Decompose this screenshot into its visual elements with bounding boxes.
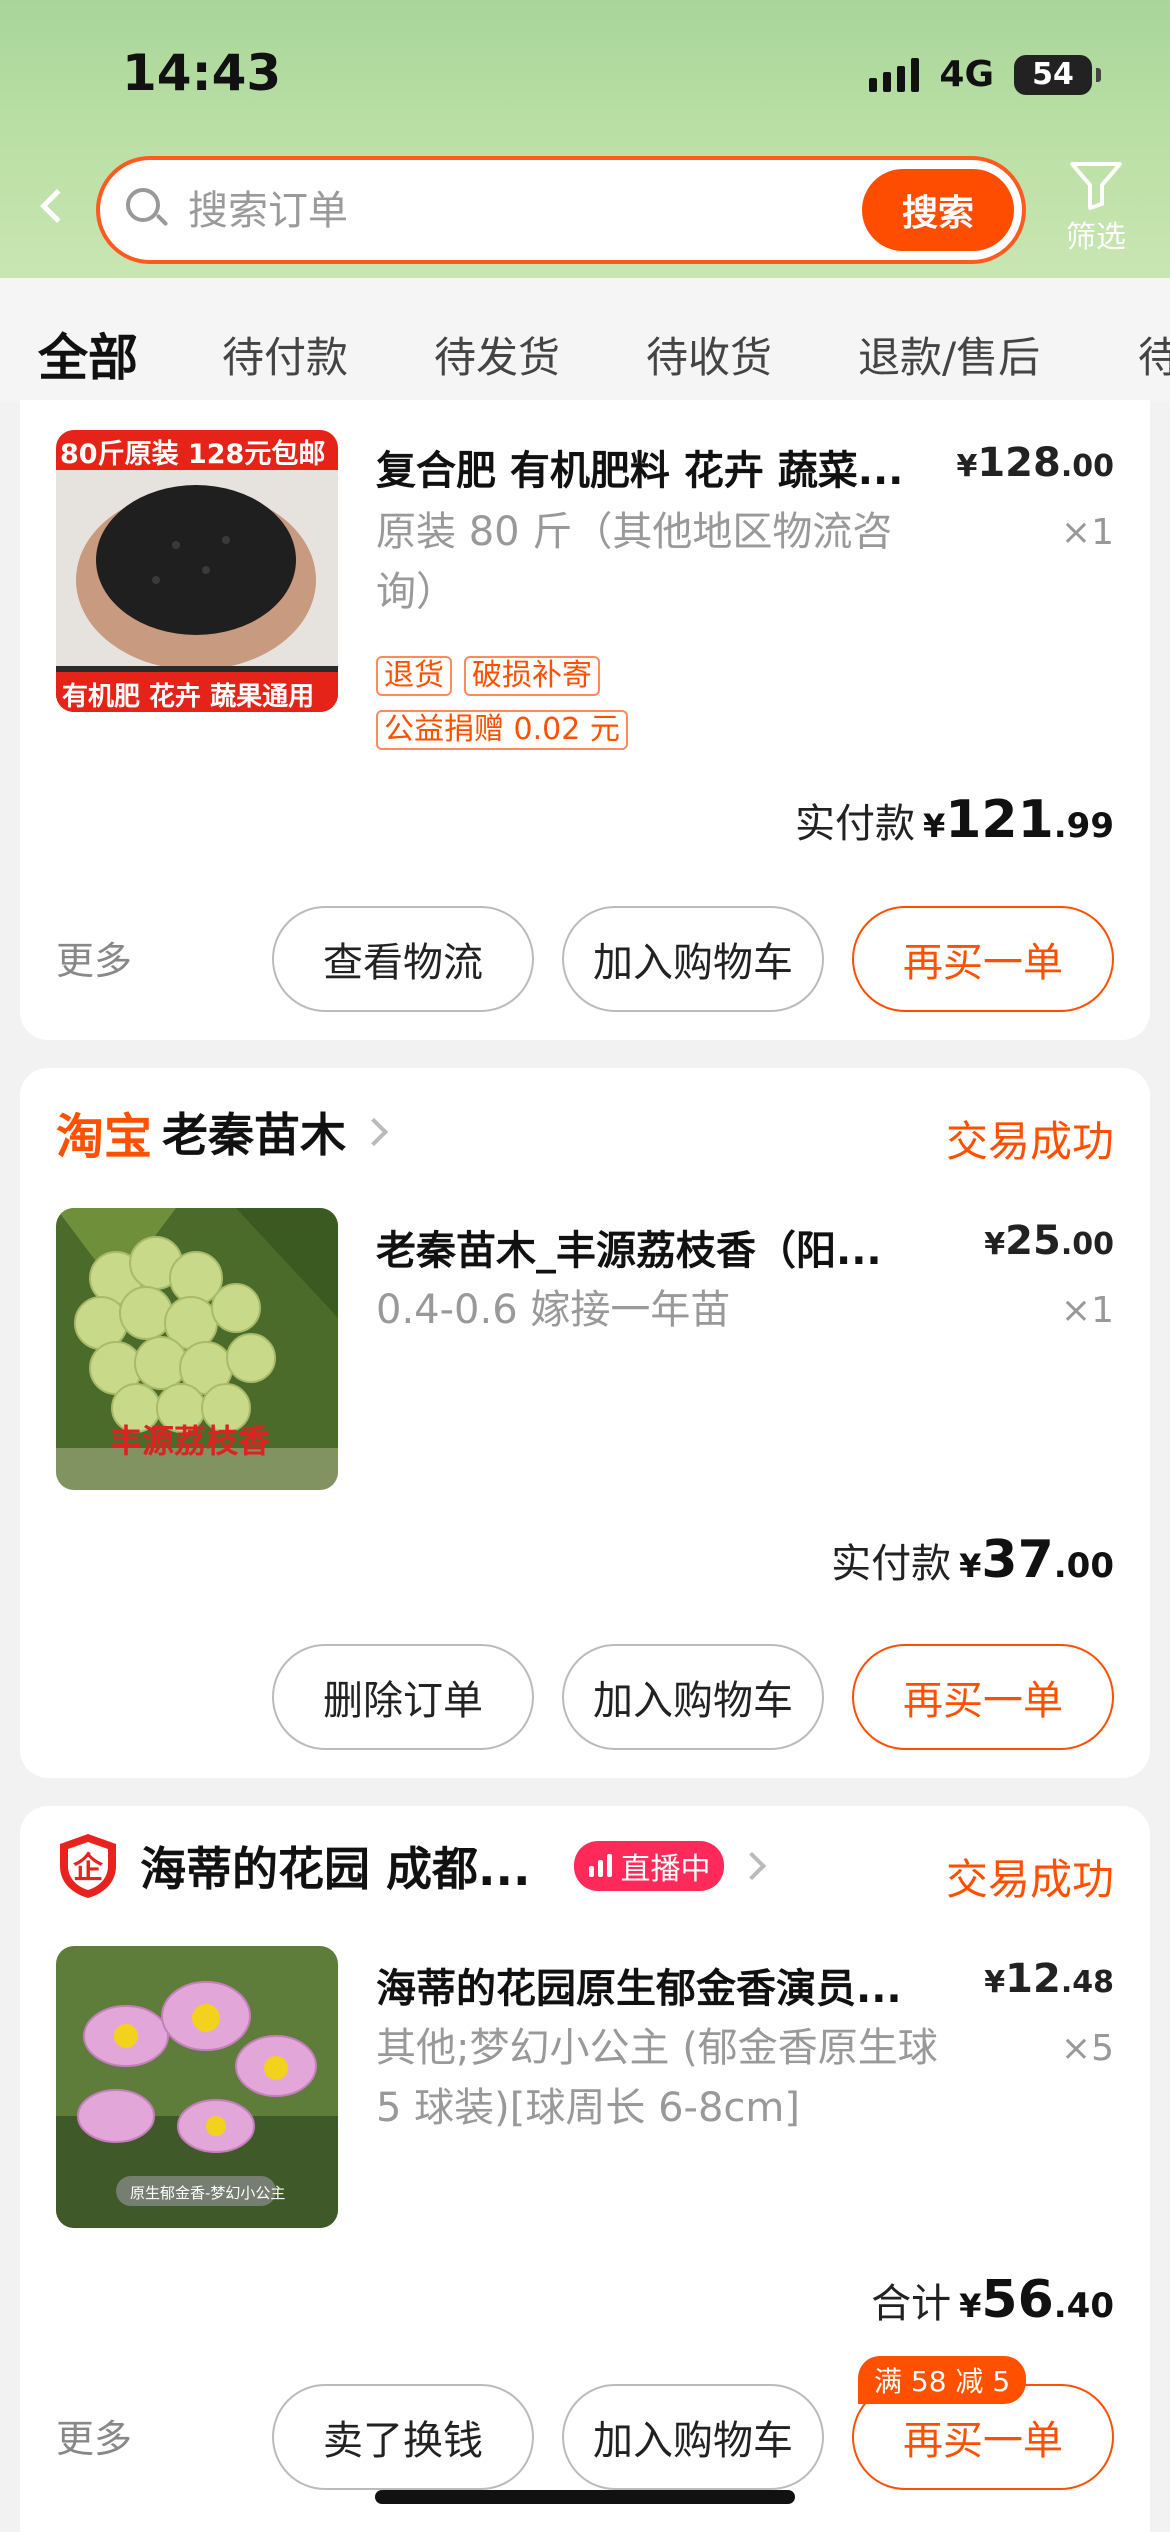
tab-pending-shipment[interactable]: 待发货 xyxy=(434,324,560,385)
search-button[interactable]: 搜索 xyxy=(862,169,1014,251)
product-quantity: ×5 xyxy=(1060,2028,1114,2069)
shop-header[interactable]: 淘宝 老秦苗木 xyxy=(56,1102,389,1165)
charity-tag: 公益捐赠 0.02 元 xyxy=(376,710,628,750)
product-title[interactable]: 复合肥 有机肥料 花卉 蔬菜... xyxy=(376,438,966,496)
product-spec: 其他;梦幻小公主 (郁金香原生球 5 球装)[球周长 6-8cm] xyxy=(376,2025,938,2131)
product-spec: 原装 80 斤（其他地区物流咨询） xyxy=(376,509,893,615)
service-tag: 破损补寄 xyxy=(464,656,600,696)
filter-icon xyxy=(1070,162,1122,210)
network-type: 4G xyxy=(939,54,994,95)
buy-again-button[interactable]: 再买一单 xyxy=(852,1644,1114,1750)
taobao-logo: 淘宝 xyxy=(56,1109,153,1165)
view-logistics-button[interactable]: 查看物流 xyxy=(272,906,534,1012)
add-to-cart-button[interactable]: 加入购物车 xyxy=(562,906,824,1012)
back-button[interactable] xyxy=(30,178,74,234)
header: 14:43 4G 54 搜索 筛选 xyxy=(0,0,1170,278)
service-tag: 退货 xyxy=(376,656,452,696)
shop-header[interactable]: 企 海蒂的花园 成都... 直播中 xyxy=(56,1834,767,1898)
product-title[interactable]: 海蒂的花园原生郁金香演员... xyxy=(376,1956,966,2014)
filter-label: 筛选 xyxy=(1066,220,1126,255)
battery-icon: 54 xyxy=(1014,54,1101,95)
paid-amount: 实付款 ¥37.00 xyxy=(831,1530,1114,1590)
tab-all[interactable]: 全部 xyxy=(38,318,138,390)
svg-text:企: 企 xyxy=(73,1851,104,1886)
order-card: 企 海蒂的花园 成都... 直播中 交易成功 原生郁金香-梦幻小公主 海蒂的花园… xyxy=(20,1806,1150,2532)
live-badge[interactable]: 直播中 xyxy=(574,1841,725,1891)
chevron-right-icon xyxy=(359,1117,389,1147)
order-card: 80斤原装 128元包邮 有机肥 花卉 蔬果通用 复合肥 有机肥料 花卉 蔬菜.… xyxy=(20,400,1150,1040)
product-price: ¥12.48 xyxy=(984,1956,1114,2002)
more-link[interactable]: 更多 xyxy=(56,930,132,985)
tab-pending-review[interactable]: 待 xyxy=(1138,324,1170,385)
search-input[interactable] xyxy=(188,182,728,240)
tab-refund-aftersale[interactable]: 退款/售后 xyxy=(858,324,1040,385)
image-caption-bottom: 有机肥 花卉 蔬果通用 xyxy=(62,682,315,712)
more-link[interactable]: 更多 xyxy=(56,2408,132,2463)
chevron-right-icon xyxy=(738,1851,767,1881)
resell-button[interactable]: 卖了换钱 xyxy=(272,2384,534,2490)
order-status: 交易成功 xyxy=(945,1117,1114,1166)
live-bars-icon xyxy=(589,1854,613,1877)
shop-name: 老秦苗木 xyxy=(162,1108,347,1162)
shop-name: 海蒂的花园 成都... xyxy=(140,1842,531,1896)
product-quantity: ×1 xyxy=(1060,512,1114,553)
add-to-cart-button[interactable]: 加入购物车 xyxy=(562,2384,824,2490)
product-spec: 0.4-0.6 嫁接一年苗 xyxy=(376,1287,731,1333)
order-card: 淘宝 老秦苗木 交易成功 丰源荔枝香 老秦苗木_丰源荔枝香（阳... ¥25.0… xyxy=(20,1068,1150,1778)
home-indicator xyxy=(375,2490,795,2504)
order-tabs: 全部 待付款 待发货 待收货 退款/售后 待 xyxy=(0,278,1170,402)
paid-amount: 实付款 ¥121.99 xyxy=(794,790,1114,850)
buy-again-button[interactable]: 再买一单 xyxy=(852,906,1114,1012)
fertilizer-image xyxy=(56,430,338,712)
enterprise-shield-icon: 企 xyxy=(60,1834,116,1898)
product-quantity: ×1 xyxy=(1060,1290,1114,1331)
product-price: ¥25.00 xyxy=(984,1218,1114,1264)
total-amount: 合计 ¥56.40 xyxy=(871,2270,1114,2330)
search-bar: 搜索 xyxy=(96,156,1026,264)
signal-icon xyxy=(869,57,920,92)
product-image[interactable]: 丰源荔枝香 xyxy=(56,1208,338,1490)
promo-badge: 满 58 减 5 xyxy=(858,2356,1027,2404)
product-image[interactable]: 原生郁金香-梦幻小公主 xyxy=(56,1946,338,2228)
chevron-left-icon xyxy=(40,189,74,223)
product-price: ¥128.00 xyxy=(956,440,1114,486)
status-icons: 4G 54 xyxy=(869,54,1101,95)
tab-pending-receipt[interactable]: 待收货 xyxy=(646,324,772,385)
order-status: 交易成功 xyxy=(945,1855,1114,1904)
filter-button[interactable]: 筛选 xyxy=(1060,154,1132,264)
image-caption-top: 80斤原装 128元包邮 xyxy=(60,439,326,470)
product-title[interactable]: 老秦苗木_丰源荔枝香（阳... xyxy=(376,1218,966,1276)
status-time: 14:43 xyxy=(122,44,282,102)
live-badge-label: 直播中 xyxy=(620,1852,711,1887)
image-caption: 原生郁金香-梦幻小公主 xyxy=(130,2184,286,2202)
image-caption: 丰源荔枝香 xyxy=(110,1422,271,1460)
add-to-cart-button[interactable]: 加入购物车 xyxy=(562,1644,824,1750)
tab-pending-payment[interactable]: 待付款 xyxy=(222,324,348,385)
product-image[interactable]: 80斤原装 128元包邮 有机肥 花卉 蔬果通用 xyxy=(56,430,338,712)
delete-order-button[interactable]: 删除订单 xyxy=(272,1644,534,1750)
search-icon xyxy=(126,188,169,228)
